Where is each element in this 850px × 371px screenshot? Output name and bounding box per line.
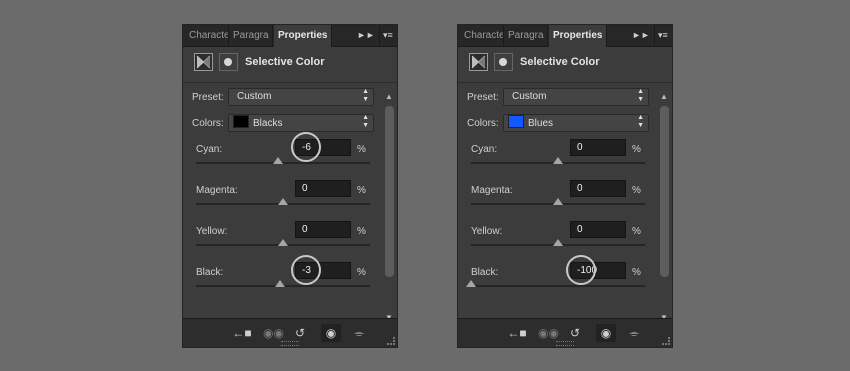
view-previous-icon[interactable]: ◉◉ (263, 324, 284, 342)
magenta-value-field[interactable]: 0 (295, 180, 351, 197)
cyan-label: Cyan: (196, 144, 223, 155)
layer-mask-icon[interactable] (219, 53, 238, 71)
yellow-slider-thumb[interactable] (278, 239, 288, 246)
bottom-toolbar: ←■ ◉◉ ↺ ◉ ⌯ (458, 318, 672, 347)
scrollbar[interactable]: ▲ ▼ (657, 92, 672, 322)
preset-label: Preset: (192, 92, 224, 103)
visibility-eye-icon[interactable]: ◉ (321, 324, 341, 342)
colors-value: Blacks (253, 118, 283, 129)
reset-icon[interactable]: ↺ (290, 324, 310, 342)
tab-properties[interactable]: Properties (274, 25, 332, 47)
panel-menu-icon[interactable]: ▾≡ (654, 25, 668, 46)
color-swatch (508, 115, 524, 128)
black-label: Black: (196, 267, 224, 278)
adjustment-icon[interactable] (469, 53, 488, 71)
cyan-percent-label: % (357, 144, 366, 155)
resize-grip[interactable] (281, 341, 299, 346)
visibility-eye-icon[interactable]: ◉ (596, 324, 616, 342)
magenta-slider-thumb[interactable] (553, 198, 563, 205)
highlight-ring (291, 255, 321, 285)
dropdown-arrows-icon: ▲ ▼ (637, 114, 644, 129)
panel-title: Selective Color (245, 56, 325, 68)
magenta-label: Magenta: (471, 185, 513, 196)
yellow-label: Yellow: (471, 226, 503, 237)
scrollbar-thumb[interactable] (660, 106, 669, 277)
tab-character[interactable]: Characte (460, 25, 504, 46)
highlight-ring (291, 132, 321, 162)
black-slider-thumb[interactable] (466, 280, 476, 287)
divider (183, 82, 397, 83)
magenta-slider-thumb[interactable] (278, 198, 288, 205)
yellow-percent-label: % (632, 226, 641, 237)
panel-menu-icon[interactable]: ▾≡ (379, 25, 393, 46)
tab-properties[interactable]: Properties (549, 25, 607, 47)
tab-character[interactable]: Characte (185, 25, 229, 46)
scroll-up-icon[interactable]: ▲ (660, 92, 668, 101)
scrollbar-thumb[interactable] (385, 106, 394, 277)
black-label: Black: (471, 267, 499, 278)
reset-icon[interactable]: ↺ (565, 324, 585, 342)
collapse-arrows-icon[interactable]: ►► (632, 25, 650, 46)
tab-bar: Characte Paragra Properties ►► ▾≡ (458, 25, 672, 47)
colors-value: Blues (528, 118, 554, 129)
colors-label: Colors: (192, 118, 224, 129)
tab-bar: Characte Paragra Properties ►► ▾≡ (183, 25, 397, 47)
highlight-ring (566, 255, 596, 285)
cyan-label: Cyan: (471, 144, 498, 155)
properties-panel-right: Characte Paragra Properties ►► ▾≡ Select… (457, 24, 673, 348)
color-swatch (233, 115, 249, 128)
cyan-slider-track[interactable] (196, 162, 370, 164)
cyan-slider-thumb[interactable] (553, 157, 563, 164)
colors-label: Colors: (467, 118, 499, 129)
yellow-slider-thumb[interactable] (553, 239, 563, 246)
clip-to-layer-icon[interactable]: ←■ (232, 324, 252, 342)
scrollbar[interactable]: ▲ ▼ (382, 92, 397, 322)
magenta-percent-label: % (632, 185, 641, 196)
divider (458, 82, 672, 83)
trash-icon[interactable]: ⌯ (624, 324, 644, 342)
yellow-value-field[interactable]: 0 (295, 221, 351, 238)
dropdown-arrows-icon: ▲ ▼ (637, 88, 644, 103)
adjustment-icon[interactable] (194, 53, 213, 71)
panel-title: Selective Color (520, 56, 600, 68)
scroll-up-icon[interactable]: ▲ (385, 92, 393, 101)
tab-paragraph[interactable]: Paragra (229, 25, 273, 46)
view-previous-icon[interactable]: ◉◉ (538, 324, 559, 342)
clip-to-layer-icon[interactable]: ←■ (507, 324, 527, 342)
trash-icon[interactable]: ⌯ (349, 324, 369, 342)
black-percent-label: % (357, 267, 366, 278)
cyan-percent-label: % (632, 144, 641, 155)
magenta-value-field[interactable]: 0 (570, 180, 626, 197)
yellow-value-field[interactable]: 0 (570, 221, 626, 238)
preset-dropdown[interactable]: Custom ▲ ▼ (503, 88, 649, 106)
magenta-label: Magenta: (196, 185, 238, 196)
preset-value: Custom (237, 91, 272, 102)
dropdown-arrows-icon: ▲ ▼ (362, 114, 369, 129)
preset-label: Preset: (467, 92, 499, 103)
colors-dropdown[interactable]: Blacks ▲ ▼ (228, 114, 374, 132)
cyan-value-field[interactable]: 0 (570, 139, 626, 156)
collapse-arrows-icon[interactable]: ►► (357, 25, 375, 46)
black-slider-track[interactable] (471, 285, 645, 287)
layer-mask-icon[interactable] (494, 53, 513, 71)
preset-dropdown[interactable]: Custom ▲ ▼ (228, 88, 374, 106)
black-percent-label: % (632, 267, 641, 278)
cyan-slider-thumb[interactable] (272, 157, 283, 164)
colors-dropdown[interactable]: Blues ▲ ▼ (503, 114, 649, 132)
resize-corner[interactable] (387, 337, 395, 345)
magenta-percent-label: % (357, 185, 366, 196)
dropdown-arrows-icon: ▲ ▼ (362, 88, 369, 103)
tab-paragraph[interactable]: Paragra (504, 25, 548, 46)
resize-grip[interactable] (556, 341, 574, 346)
black-slider-thumb[interactable] (275, 280, 286, 287)
properties-panel-left: Characte Paragra Properties ►► ▾≡ Select… (182, 24, 398, 348)
preset-value: Custom (512, 91, 547, 102)
resize-corner[interactable] (662, 337, 670, 345)
yellow-percent-label: % (357, 226, 366, 237)
yellow-label: Yellow: (196, 226, 228, 237)
bottom-toolbar: ←■ ◉◉ ↺ ◉ ⌯ (183, 318, 397, 347)
